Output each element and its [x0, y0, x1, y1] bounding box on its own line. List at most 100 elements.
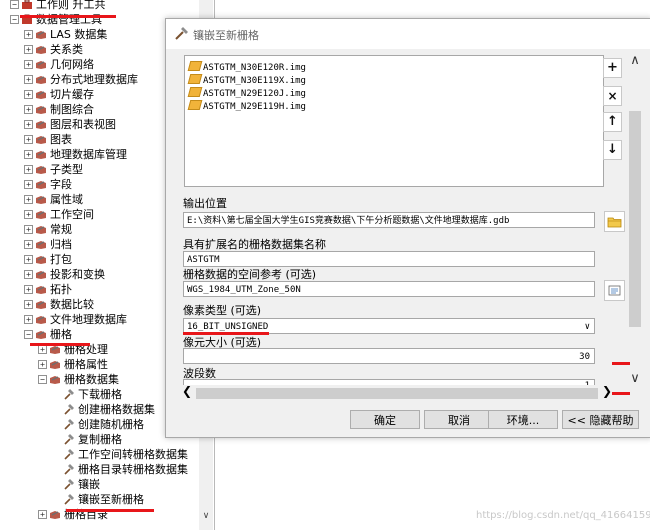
tree-node-label: 关系类 — [50, 43, 83, 56]
expand-icon[interactable]: + — [24, 300, 33, 309]
tree-node-label: 工作空间转栅格数据集 — [78, 448, 188, 461]
move-up-button[interactable]: ↑ — [603, 112, 622, 132]
move-down-button[interactable]: ↓ — [603, 140, 622, 160]
hide-help-button[interactable]: << 隐藏帮助 — [562, 410, 639, 429]
spatial-reference-field[interactable]: WGS_1984_UTM_Zone_50N — [183, 281, 595, 297]
expand-icon[interactable]: + — [24, 180, 33, 189]
tree-node-label: 工作空间 — [50, 208, 94, 221]
hammer-icon — [64, 449, 74, 460]
hammer-icon — [64, 404, 74, 415]
collapse-icon[interactable]: − — [10, 0, 19, 9]
collapse-icon[interactable]: − — [24, 330, 33, 339]
expand-icon[interactable]: + — [38, 345, 47, 354]
toolset-icon — [36, 316, 46, 324]
list-item[interactable]: ASTGTM_N29E119H.img — [187, 100, 306, 114]
pixel-type-label: 像素类型 (可选) — [183, 304, 262, 317]
hammer-icon — [175, 27, 188, 40]
environments-button[interactable]: 环境... — [488, 410, 558, 429]
toolset-icon — [36, 76, 46, 84]
tree-node[interactable]: 工作空间转栅格数据集 — [0, 447, 198, 462]
tree-node-label: 投影和变换 — [50, 268, 105, 281]
expand-icon[interactable]: + — [24, 150, 33, 159]
list-item[interactable]: ASTGTM_N30E120R.img — [187, 61, 306, 75]
dataset-name-field[interactable]: ASTGTM — [183, 251, 595, 267]
tree-node-label: 分布式地理数据库 — [50, 73, 138, 86]
expand-icon[interactable]: + — [24, 225, 33, 234]
collapse-icon[interactable]: − — [10, 15, 19, 24]
hammer-icon — [64, 494, 74, 505]
tree-node-label: 打包 — [50, 253, 72, 266]
raster-file-name: ASTGTM_N30E120R.img — [203, 63, 306, 73]
tree-node[interactable]: − 工作则 升工共 — [0, 0, 198, 12]
output-location-field[interactable]: E:\资料\第七届全国大学生GIS竞赛数据\下午分析题数据\文件地理数据库.gd… — [183, 212, 595, 228]
dialog-titlebar[interactable]: 镶嵌至新栅格 — [166, 19, 650, 49]
collapse-icon[interactable]: − — [38, 375, 47, 384]
dialog-vertical-scrollbar[interactable]: ∧ ∨ — [625, 49, 645, 393]
hammer-icon — [64, 464, 74, 475]
tree-node-label: 拓扑 — [50, 283, 72, 296]
cellsize-field[interactable]: 30 — [183, 348, 595, 364]
list-item[interactable]: ASTGTM_N30E119X.img — [187, 74, 306, 88]
remove-item-button[interactable]: × — [603, 86, 622, 106]
spatial-reference-properties-button[interactable] — [604, 280, 625, 301]
tree-node[interactable]: 镶嵌至新栅格 — [0, 492, 198, 507]
raster-file-icon — [187, 87, 203, 97]
add-item-button[interactable]: + — [603, 58, 622, 78]
tree-node-label: 创建随机栅格 — [78, 418, 144, 431]
cancel-button[interactable]: 取消 — [424, 410, 494, 429]
expand-icon[interactable]: + — [24, 30, 33, 39]
tree-node[interactable]: 镶嵌 — [0, 477, 198, 492]
scroll-thumb[interactable] — [629, 111, 641, 327]
toolset-icon — [36, 331, 46, 339]
expand-icon[interactable]: + — [24, 60, 33, 69]
ok-button[interactable]: 确定 — [350, 410, 420, 429]
tree-node[interactable]: 栅格目录转栅格数据集 — [0, 462, 198, 477]
tree-node-label: 归档 — [50, 238, 72, 251]
chevron-down-icon: ∨ — [584, 322, 590, 332]
toolset-icon — [50, 361, 60, 369]
horizontal-scroll-thumb[interactable] — [196, 388, 598, 399]
expand-icon[interactable]: + — [38, 510, 47, 519]
expand-icon[interactable]: + — [24, 105, 33, 114]
expand-icon[interactable]: + — [24, 195, 33, 204]
expand-icon[interactable]: + — [24, 120, 33, 129]
tree-node-label: 创建栅格数据集 — [78, 403, 155, 416]
tree-node-label: 图表 — [50, 133, 72, 146]
expand-icon[interactable]: + — [24, 90, 33, 99]
toolset-icon — [50, 511, 60, 519]
toolset-icon — [50, 376, 60, 384]
hammer-icon — [64, 389, 74, 400]
tree-node-label: 栅格数据集 — [64, 373, 119, 386]
expand-icon[interactable]: + — [24, 210, 33, 219]
list-item[interactable]: ASTGTM_N29E120J.img — [187, 87, 306, 101]
watermark: https://blog.csdn.net/qq_41664159 — [476, 510, 650, 521]
expand-icon[interactable]: + — [24, 255, 33, 264]
scroll-up-icon[interactable]: ∧ — [625, 53, 645, 68]
hammer-icon — [64, 419, 74, 430]
expand-icon[interactable]: + — [24, 240, 33, 249]
scroll-right-icon[interactable]: ❯ — [602, 384, 612, 398]
dialog-horizontal-scrollbar[interactable]: ❮ ❯ — [180, 384, 614, 401]
expand-icon[interactable]: + — [24, 165, 33, 174]
annotation-underline — [183, 332, 269, 335]
expand-icon[interactable]: + — [24, 270, 33, 279]
tree-node-label: LAS 数据集 — [50, 28, 108, 41]
expand-icon[interactable]: + — [24, 285, 33, 294]
tree-node-label: 镶嵌至新栅格 — [78, 493, 144, 506]
expand-icon[interactable]: + — [24, 75, 33, 84]
expand-icon[interactable]: + — [24, 135, 33, 144]
raster-file-name: ASTGTM_N29E119H.img — [203, 102, 306, 112]
input-rasters-list[interactable]: ASTGTM_N30E120R.img ASTGTM_N30E119X.img AS… — [184, 55, 604, 187]
properties-icon — [608, 285, 621, 296]
expand-icon[interactable]: + — [24, 45, 33, 54]
expand-icon[interactable]: + — [24, 315, 33, 324]
hammer-icon — [64, 479, 74, 490]
scroll-left-icon[interactable]: ❮ — [182, 384, 192, 398]
tree-node-label: 切片缓存 — [50, 88, 94, 101]
scroll-down-icon[interactable]: ∨ — [625, 371, 645, 386]
expand-icon[interactable]: + — [38, 360, 47, 369]
tree-node-label: 制图综合 — [50, 103, 94, 116]
raster-file-name: ASTGTM_N29E120J.img — [203, 89, 306, 99]
browse-folder-button[interactable] — [604, 211, 625, 232]
tree-scroll-down-icon[interactable]: ∨ — [199, 509, 213, 523]
